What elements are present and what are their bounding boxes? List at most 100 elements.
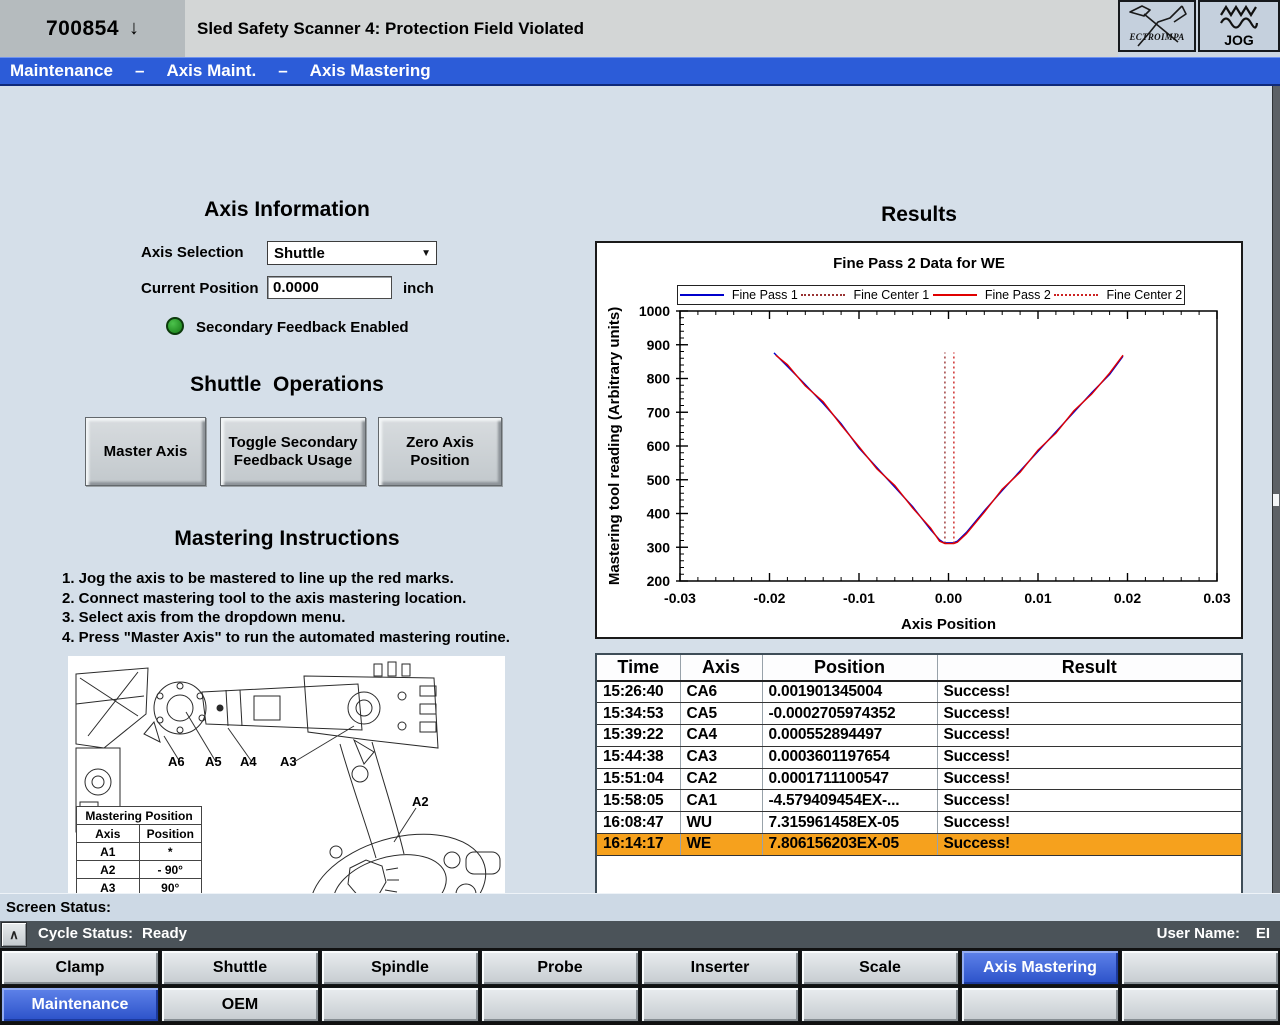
softkey-empty[interactable] [641, 987, 799, 1022]
current-position-label: Current Position [141, 280, 259, 297]
results-table-row[interactable]: 16:08:47WU7.315961458EX-05Success! [597, 812, 1241, 834]
softkey-shuttle[interactable]: Shuttle [161, 950, 319, 985]
results-column-header: Time [597, 655, 680, 681]
zero-axis-position-button[interactable]: Zero Axis Position [378, 417, 502, 486]
softkey-grid: ClampShuttleSpindleProbeInserterScaleAxi… [0, 948, 1280, 1025]
user-name-label: User Name: [1157, 925, 1240, 942]
axis-selection-label: Axis Selection [141, 244, 244, 261]
results-cell-result: Success! [937, 790, 1241, 812]
softkey-clamp[interactable]: Clamp [1, 950, 159, 985]
results-cell-position: 0.0003601197654 [762, 746, 937, 768]
results-cell-result: Success! [937, 681, 1241, 703]
jog-label: JOG [1224, 32, 1254, 48]
softkey-oem[interactable]: OEM [161, 987, 319, 1022]
softkey-row-1: ClampShuttleSpindleProbeInserterScaleAxi… [0, 950, 1280, 985]
chevron-down-icon: ▼ [421, 248, 431, 259]
mastering-table-title-row: Mastering Position [77, 807, 202, 825]
softkey-empty[interactable] [321, 987, 479, 1022]
secondary-feedback-led [166, 317, 184, 335]
results-cell-time: 15:26:40 [597, 681, 680, 703]
results-table-row[interactable]: 15:58:05CA1-4.579409454EX-...Success! [597, 790, 1241, 812]
breadcrumb-axis-maint[interactable]: Axis Maint. [166, 61, 256, 81]
softkey-empty[interactable] [801, 987, 959, 1022]
instruction-step-1: 1. Jog the axis to be mastered to line u… [62, 569, 532, 589]
svg-text:1000: 1000 [639, 303, 670, 319]
softkey-axis-mastering[interactable]: Axis Mastering [961, 950, 1119, 985]
breadcrumb-axis-mastering[interactable]: Axis Mastering [310, 61, 431, 81]
results-cell-time: 15:34:53 [597, 703, 680, 725]
jog-mode-button[interactable]: JOG [1198, 0, 1280, 52]
toggle-secondary-feedback-button[interactable]: Toggle Secondary Feedback Usage [220, 417, 366, 486]
breadcrumb-maintenance[interactable]: Maintenance [10, 61, 113, 81]
results-cell-axis: WE [680, 834, 762, 856]
softkey-maintenance[interactable]: Maintenance [1, 987, 159, 1022]
results-cell-position: 0.000552894497 [762, 725, 937, 747]
results-table-row[interactable]: 15:44:38CA30.0003601197654Success! [597, 746, 1241, 768]
svg-text:500: 500 [647, 472, 671, 488]
results-table-row[interactable]: 15:34:53CA5-0.0002705974352Success! [597, 703, 1241, 725]
mastering-table-header-row: AxisPosition [77, 825, 202, 843]
softkey-spindle[interactable]: Spindle [321, 950, 479, 985]
cycle-status-label: Cycle Status: [38, 925, 133, 942]
top-bar: 700854 ↓ Sled Safety Scanner 4: Protecti… [0, 0, 1280, 57]
position-unit-label: inch [403, 280, 434, 297]
svg-text:600: 600 [647, 438, 671, 454]
results-cell-time: 16:08:47 [597, 812, 680, 834]
svg-text:Mastering tool reading (Arbitr: Mastering tool reading (Arbitrary units) [606, 307, 623, 585]
axis-selection-dropdown[interactable]: Shuttle ▼ [267, 241, 437, 265]
axis-information-title: Axis Information [60, 198, 514, 222]
results-cell-result: Success! [937, 768, 1241, 790]
softkey-inserter[interactable]: Inserter [641, 950, 799, 985]
alarm-message-bar: Sled Safety Scanner 4: Protection Field … [185, 0, 1118, 57]
softkey-empty[interactable] [1121, 950, 1279, 985]
softkey-row-2: MaintenanceOEM [0, 987, 1280, 1022]
results-cell-position: 0.0001711100547 [762, 768, 937, 790]
svg-text:700: 700 [647, 404, 671, 420]
svg-text:0.02: 0.02 [1114, 590, 1141, 606]
results-cell-position: -0.0002705974352 [762, 703, 937, 725]
current-position-input[interactable] [267, 276, 392, 299]
softkey-scale[interactable]: Scale [801, 950, 959, 985]
breadcrumb: Maintenance – Axis Maint. – Axis Masteri… [0, 57, 1280, 86]
results-cell-time: 15:44:38 [597, 746, 680, 768]
svg-text:-0.01: -0.01 [843, 590, 875, 606]
results-cell-time: 15:39:22 [597, 725, 680, 747]
results-cell-time: 15:58:05 [597, 790, 680, 812]
axis-label-a6: A6 [168, 754, 185, 769]
electroimpact-logo-icon: ECTROIMPA [1118, 0, 1196, 52]
results-cell-axis: CA1 [680, 790, 762, 812]
results-table-row[interactable]: 15:51:04CA20.0001711100547Success! [597, 768, 1241, 790]
main-area: Axis Information Axis Selection Shuttle … [0, 86, 1280, 893]
machine-id-box[interactable]: 700854 ↓ [0, 0, 185, 57]
mastering-table-title: Mastering Position [77, 807, 202, 825]
alarm-text: Sled Safety Scanner 4: Protection Field … [197, 19, 584, 39]
collapse-chevron-button[interactable]: ∧ [1, 922, 27, 947]
results-table-row[interactable]: 15:39:22CA40.000552894497Success! [597, 725, 1241, 747]
softkey-empty[interactable] [481, 987, 639, 1022]
instruction-step-2: 2. Connect mastering tool to the axis ma… [62, 589, 532, 609]
mastering-axis-cell: A1 [77, 843, 140, 861]
scrollbar[interactable] [1272, 86, 1280, 893]
softkey-probe[interactable]: Probe [481, 950, 639, 985]
softkey-empty[interactable] [1121, 987, 1279, 1022]
results-column-header: Position [762, 655, 937, 681]
svg-text:800: 800 [647, 371, 671, 387]
master-axis-button[interactable]: Master Axis [85, 417, 206, 486]
results-cell-axis: CA2 [680, 768, 762, 790]
softkey-empty[interactable] [961, 987, 1119, 1022]
hmi-screen: 700854 ↓ Sled Safety Scanner 4: Protecti… [0, 0, 1280, 1025]
scrollbar-handle[interactable] [1273, 494, 1279, 506]
axis-label-a3: A3 [280, 754, 297, 769]
chart-plot: -0.03-0.02-0.010.000.010.020.03200300400… [597, 243, 1241, 637]
axis-selection-value: Shuttle [274, 245, 325, 262]
results-cell-position: -4.579409454EX-... [762, 790, 937, 812]
results-cell-time: 15:51:04 [597, 768, 680, 790]
results-cell-time: 16:14:17 [597, 834, 680, 856]
mastering-position-cell: * [139, 843, 202, 861]
results-column-header: Axis [680, 655, 762, 681]
results-table-row-selected[interactable]: 16:14:17WE7.806156203EX-05Success! [597, 834, 1241, 856]
svg-text:Axis Position: Axis Position [901, 616, 996, 633]
mastering-table-row: A1* [77, 843, 202, 861]
results-cell-axis: CA4 [680, 725, 762, 747]
results-table-row[interactable]: 15:26:40CA60.001901345004Success! [597, 681, 1241, 703]
